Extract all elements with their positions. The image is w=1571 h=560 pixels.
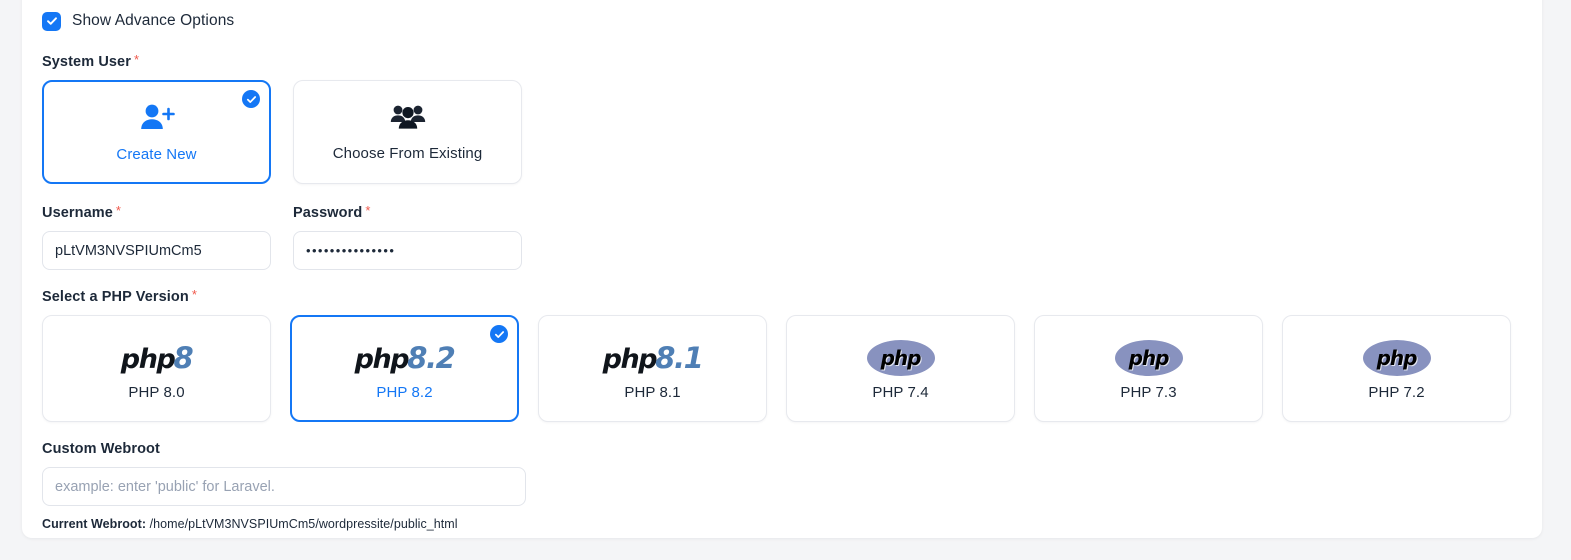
php8-logo: php 8.1 (602, 336, 704, 380)
php-version-name: PHP 8.0 (128, 384, 185, 401)
php-version-digit: 8 (173, 340, 193, 375)
custom-webroot-input[interactable] (42, 467, 526, 506)
php-classic-logo: php (866, 336, 935, 380)
system-user-label: System User (42, 54, 131, 70)
selected-check-icon (490, 325, 508, 343)
password-required-mark: * (365, 203, 371, 218)
show-advance-options-row[interactable]: Show Advance Options (42, 9, 1522, 33)
php-version-card-8-0[interactable]: php 8 PHP 8.0 (42, 315, 271, 422)
system-user-required-mark: * (133, 52, 140, 67)
credentials-labels: Username * Password * (42, 204, 1522, 222)
php-version-card-8-2[interactable]: php 8.2 PHP 8.2 (290, 315, 519, 422)
php-version-card-7-2[interactable]: php PHP 7.2 (1282, 315, 1511, 422)
php-version-name: PHP 7.4 (872, 384, 929, 401)
php-wordmark: php (354, 343, 410, 375)
php-version-card-7-3[interactable]: php PHP 7.3 (1034, 315, 1263, 422)
current-webroot: Current Webroot: /home/pLtVM3NVSPIUmCm5/… (42, 517, 1522, 531)
custom-webroot-section: Custom Webroot Current Webroot: /home/pL… (42, 440, 1522, 531)
php-version-name: PHP 7.3 (1120, 384, 1177, 401)
php-version-required-mark: * (191, 287, 197, 302)
php-wordmark: php (1128, 346, 1170, 370)
system-user-option-create-new[interactable]: Create New (42, 80, 271, 184)
php-version-section: Select a PHP Version * php 8 PHP 8.0 php… (42, 288, 1522, 422)
show-advance-options-label: Show Advance Options (72, 12, 235, 29)
php-classic-logo: php (1114, 336, 1183, 380)
php-wordmark: php (120, 343, 176, 375)
users-group-icon (390, 103, 426, 136)
custom-webroot-label: Custom Webroot (42, 441, 160, 457)
system-user-options: Create New Choose From Existing (42, 80, 1522, 184)
system-user-option-choose-existing[interactable]: Choose From Existing (293, 80, 522, 184)
credentials-section: Username* Password* ••••••••••••••• (42, 204, 1522, 270)
password-label: Password (293, 205, 363, 221)
screen: Show Advance Options System User * Creat… (0, 0, 1571, 560)
php-version-options: php 8 PHP 8.0 php 8.2 PHP 8.2 php 8.1 PH… (42, 315, 1522, 422)
php-version-name: PHP 8.2 (376, 384, 433, 401)
selected-check-icon (242, 90, 260, 108)
php-version-name: PHP 8.1 (624, 384, 681, 401)
username-input[interactable] (42, 231, 271, 270)
current-webroot-path: /home/pLtVM3NVSPIUmCm5/wordpressite/publ… (149, 517, 458, 531)
username-required-mark: * (115, 203, 121, 218)
php-version-digit: 8.2 (407, 340, 456, 375)
checkbox-checked-icon[interactable] (42, 11, 61, 31)
php-version-name: PHP 7.2 (1368, 384, 1425, 401)
password-input[interactable]: ••••••••••••••• (293, 231, 522, 270)
system-user-option-label: Choose From Existing (332, 144, 483, 162)
system-user-section: System User * Create New Choose From Exi… (42, 53, 1522, 184)
php8-logo: php 8 (120, 336, 194, 380)
php-version-card-8-1[interactable]: php 8.1 PHP 8.1 (538, 315, 767, 422)
current-webroot-label: Current Webroot: (42, 517, 147, 531)
username-label: Username (42, 205, 113, 221)
credentials-inputs: ••••••••••••••• (42, 231, 1522, 270)
php8-logo: php 8.2 (354, 336, 456, 380)
php-classic-logo: php (1362, 336, 1431, 380)
php-wordmark: php (880, 346, 922, 370)
php-version-digit: 8.1 (655, 340, 704, 375)
php-wordmark: php (1376, 346, 1418, 370)
php-version-label: Select a PHP Version (42, 289, 189, 305)
user-plus-icon (138, 102, 176, 137)
php-version-card-7-4[interactable]: php PHP 7.4 (786, 315, 1015, 422)
system-user-option-label: Create New (116, 145, 197, 163)
settings-panel: Show Advance Options System User * Creat… (22, 0, 1542, 538)
php-wordmark: php (602, 343, 658, 375)
